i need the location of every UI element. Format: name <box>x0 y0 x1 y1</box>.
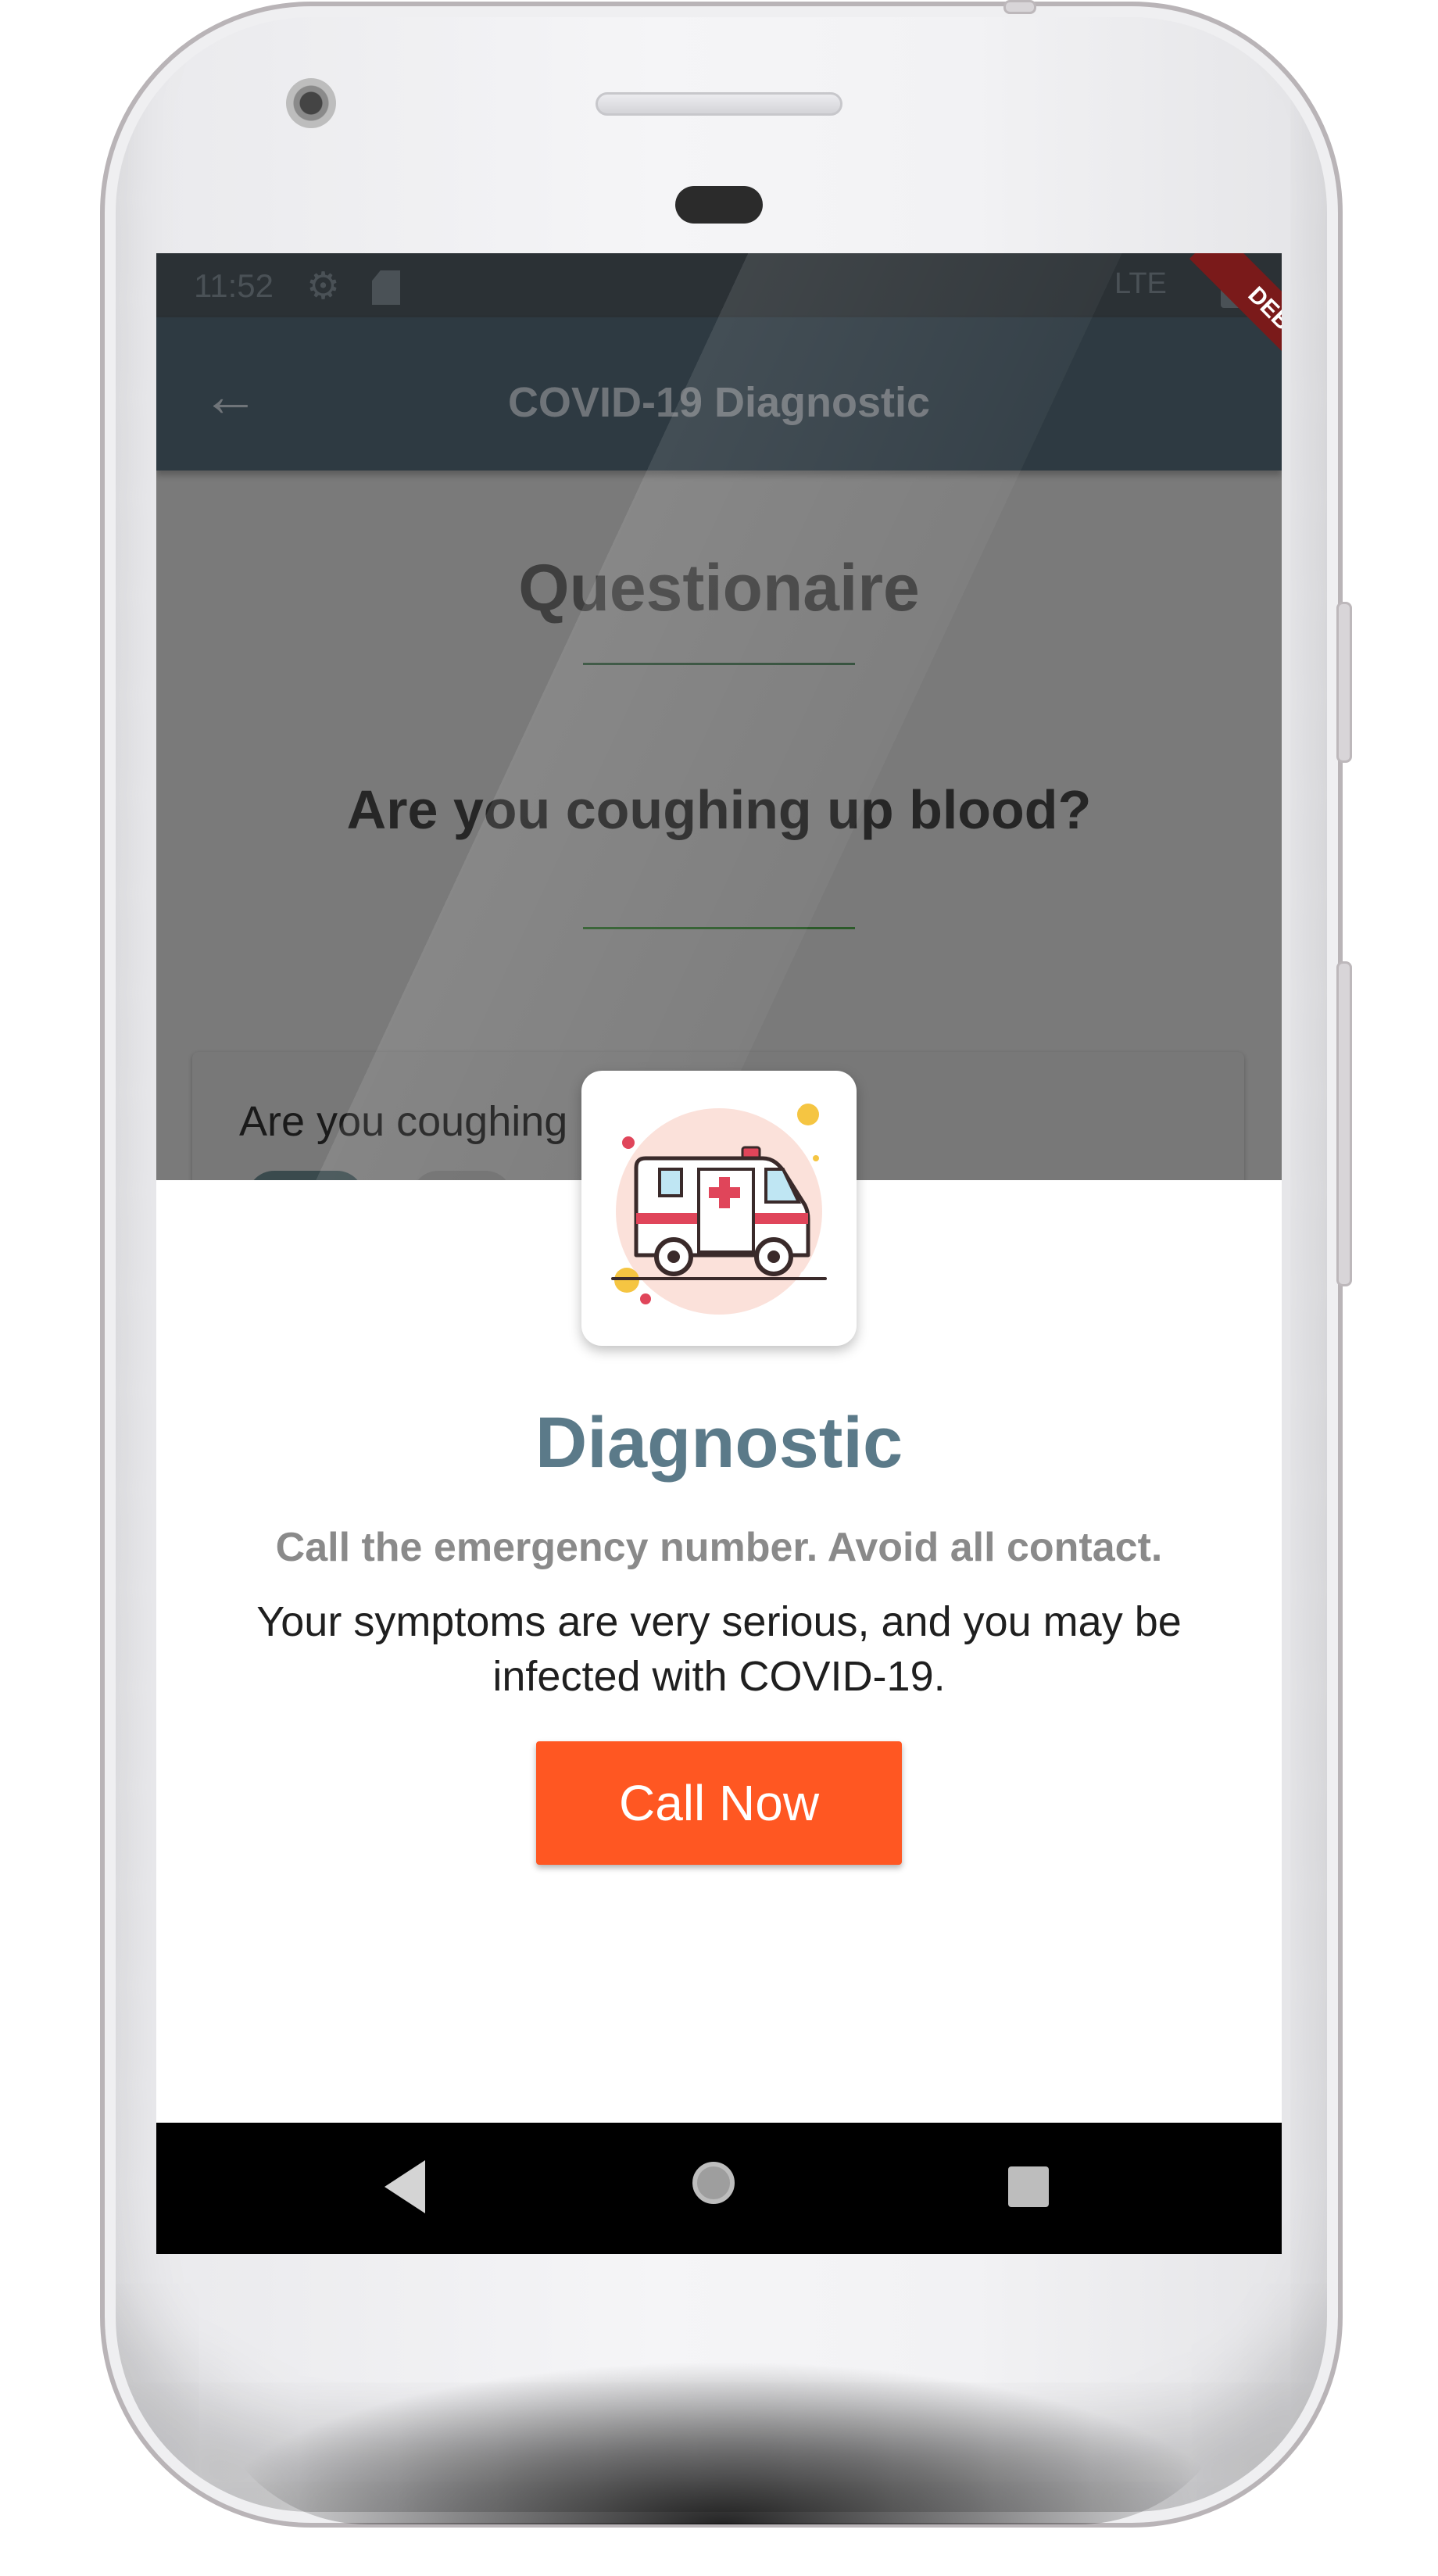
status-time: 11:52 <box>194 267 274 304</box>
status-bar: 11:52 ⚙ LTE <box>156 253 1282 317</box>
question-text: Are you coughing up blood? <box>346 779 1092 840</box>
dialog-title: Diagnostic <box>535 1403 903 1483</box>
sd-card-icon <box>372 270 400 305</box>
earpiece-speaker <box>596 92 842 116</box>
nav-recents-icon[interactable] <box>1008 2166 1049 2207</box>
ambulance-icon <box>611 1101 827 1315</box>
screen: 11:52 ⚙ LTE ← COVID-19 Diagnostic Questi… <box>156 253 1282 2254</box>
dialog-message: Your symptoms are very serious, and you … <box>256 1598 1182 1700</box>
nav-back-icon[interactable] <box>385 2160 425 2213</box>
app-bar-title: COVID-19 Diagnostic <box>507 379 931 426</box>
proximity-sensor <box>675 186 763 224</box>
network-label: LTE <box>1114 267 1167 300</box>
power-button <box>1336 602 1352 763</box>
heading-divider <box>583 663 855 665</box>
front-camera <box>286 78 336 128</box>
top-button <box>1003 0 1036 14</box>
question-divider <box>583 927 855 929</box>
app-bar: ← COVID-19 Diagnostic <box>156 317 1282 470</box>
gear-icon: ⚙ <box>306 266 341 307</box>
dialog-subtitle: Call the emergency number. Avoid all con… <box>275 1525 1163 1570</box>
answer-card-text: Are you coughing <box>239 1098 568 1145</box>
page-heading: Questionaire <box>518 551 920 624</box>
nav-home-icon[interactable] <box>692 2162 735 2204</box>
volume-button <box>1336 961 1352 1286</box>
phone-chin-shadow <box>203 2360 1243 2524</box>
call-now-button[interactable]: Call Now <box>536 1741 902 1865</box>
dialog-icon-container <box>581 1071 857 1346</box>
